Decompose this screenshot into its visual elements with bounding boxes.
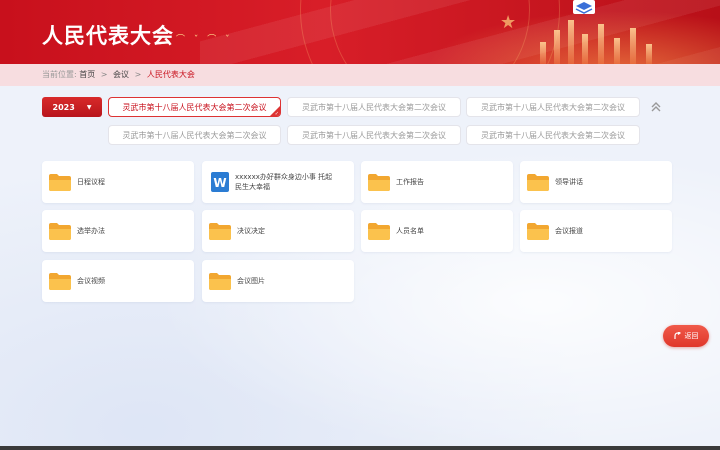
card-leader-speech[interactable]: 领导讲话 [520,161,672,203]
bottom-border [0,446,720,450]
card-work-report[interactable]: 工作报告 [361,161,513,203]
folder-icon [527,223,549,240]
card-label: 决议决定 [237,227,265,235]
meeting-tag-label: 灵武市第十八届人民代表大会第二次会议 [302,102,446,112]
card-document[interactable]: W xxxxxx办好群众身边小事 托起民生大幸福 [202,161,354,203]
card-label: 日程议程 [77,178,105,186]
card-label: 会议视频 [77,277,105,285]
folder-icon [209,273,231,290]
meeting-tag-label: 灵武市第十八届人民代表大会第二次会议 [481,130,625,140]
folder-icon [49,223,71,240]
star-icon: ★ [500,12,517,33]
emblem-icon [573,0,595,14]
breadcrumb-meeting[interactable]: 会议 [113,70,129,79]
back-button-label: 返回 [684,332,699,340]
card-meeting-photos[interactable]: 会议图片 [202,260,354,302]
meeting-tag-label: 灵武市第十八届人民代表大会第二次会议 [302,130,446,140]
card-label: 工作报告 [396,178,424,186]
card-resolutions[interactable]: 决议决定 [202,210,354,252]
header-banner: 人民代表大会 ⌒ ˇ ⌒ ˇ ★ [0,0,720,64]
folder-icon [368,223,390,240]
year-select[interactable]: 2023 ▼ [42,97,102,117]
folder-icon [209,223,231,240]
meeting-tag[interactable]: 灵武市第十八届人民代表大会第二次会议 [466,125,640,145]
card-label: 领导讲话 [555,178,583,186]
card-meeting-news[interactable]: 会议报道 [520,210,672,252]
back-button[interactable]: 返回 [663,325,709,347]
caret-down-icon: ▼ [86,103,92,111]
card-label: 选举办法 [77,227,105,235]
year-select-value: 2023 [52,102,75,112]
card-label: 人员名单 [396,227,424,235]
card-label: 会议报道 [555,227,583,235]
folder-icon [49,174,71,191]
word-document-icon: W [211,172,229,192]
card-election-rules[interactable]: 选举办法 [42,210,194,252]
breadcrumb-bar: 当前位置: 首页 > 会议 > 人民代表大会 [0,64,720,86]
card-label: 会议图片 [237,277,265,285]
breadcrumb-home[interactable]: 首页 [79,70,95,79]
card-personnel-list[interactable]: 人员名单 [361,210,513,252]
breadcrumb-separator: > [100,70,108,79]
meeting-tag[interactable]: 灵武市第十八届人民代表大会第二次会议 [287,97,461,117]
chevron-double-up-icon[interactable] [650,101,662,113]
meeting-tag-label: 灵武市第十八届人民代表大会第二次会议 [122,130,267,140]
card-schedule[interactable]: 日程议程 [42,161,194,203]
breadcrumb-separator: > [134,70,142,79]
svg-text:W: W [213,176,226,190]
return-arrow-icon [673,332,681,339]
breadcrumb-current: 人民代表大会 [146,70,195,79]
card-label: xxxxxx办好群众身边小事 托起民生大幸福 [235,173,333,191]
folder-icon [49,273,71,290]
meeting-tag[interactable]: 灵武市第十八届人民代表大会第二次会议 [466,97,640,117]
doves-decoration: ⌒ ˇ ⌒ ˇ [176,35,233,45]
meeting-tag[interactable]: 灵武市第十八届人民代表大会第二次会议 [287,125,461,145]
meeting-tag[interactable]: 灵武市第十八届人民代表大会第二次会议 ✓ [108,97,281,117]
great-hall-illustration [540,10,660,64]
card-meeting-video[interactable]: 会议视频 [42,260,194,302]
breadcrumb: 当前位置: 首页 > 会议 > 人民代表大会 [42,69,195,80]
page-title: 人民代表大会 [42,23,174,48]
meeting-tag-label: 灵武市第十八届人民代表大会第二次会议 [481,102,625,112]
meeting-tag-label: 灵武市第十八届人民代表大会第二次会议 [122,102,267,112]
meeting-tag[interactable]: 灵武市第十八届人民代表大会第二次会议 [108,125,281,145]
folder-icon [368,174,390,191]
breadcrumb-prefix: 当前位置: [42,70,77,79]
check-icon: ✓ [274,111,279,117]
folder-icon [527,174,549,191]
